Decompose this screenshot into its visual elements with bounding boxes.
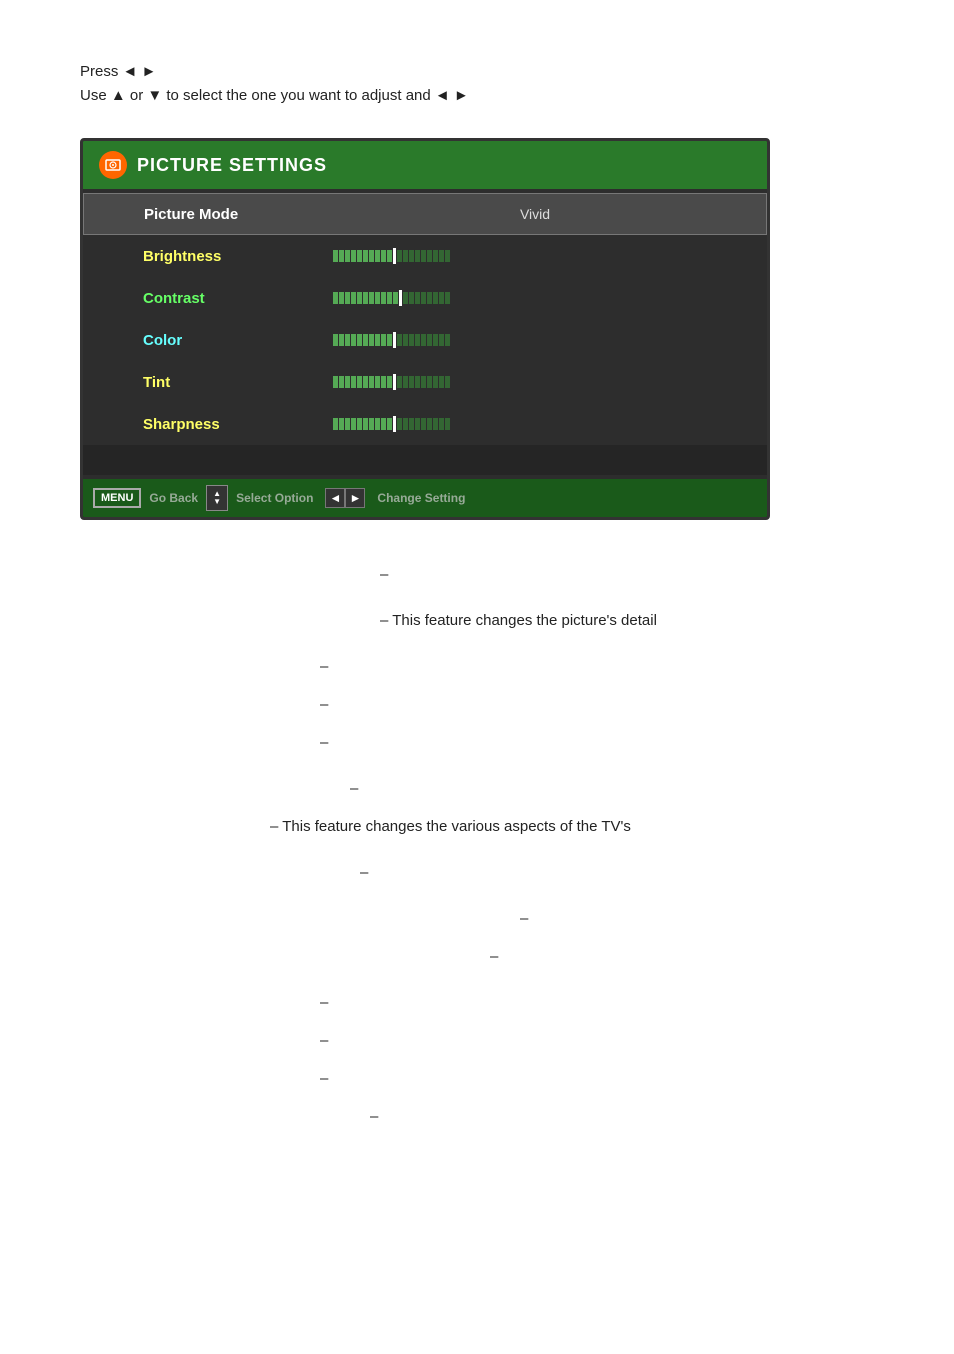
color-tick (393, 332, 396, 348)
dash-9: – (320, 988, 874, 1018)
picture-mode-label: Picture Mode (144, 206, 324, 223)
tint-label: Tint (143, 374, 323, 391)
press-label: Press (80, 63, 118, 80)
tv-icon (99, 151, 127, 179)
picture-mode-value: Vivid (324, 206, 746, 222)
dash-8: – (490, 942, 874, 972)
menu-row-picture-mode: Picture Mode Vivid (83, 193, 767, 235)
tint-desc: – This feature changes the various aspec… (270, 812, 874, 842)
tv-statusbar: MENU Go Back ▲ ▼ Select Option ◄ ► Chang… (83, 479, 767, 517)
dash-1: – (380, 560, 874, 590)
color-right-segs (397, 334, 450, 346)
dash-6: – (360, 858, 874, 888)
contrast-left-segs (333, 292, 398, 304)
sharpness-tick (393, 416, 396, 432)
contrast-track (333, 291, 533, 305)
menu-row-contrast: Contrast (83, 277, 767, 319)
nav-arrows: ◄ ► (325, 488, 365, 508)
brightness-left-segs (333, 250, 392, 262)
brightness-right-segs (397, 250, 450, 262)
sharpness-right-segs (397, 418, 450, 430)
contrast-tick (399, 290, 402, 306)
contrast-label: Contrast (143, 290, 323, 307)
menu-row-color: Color (83, 319, 767, 361)
updown-button[interactable]: ▲ ▼ (206, 485, 228, 511)
right-arrow-2: ► (454, 87, 469, 104)
contrast-right-segs (403, 292, 450, 304)
body-content: – – This feature changes the picture's d… (80, 560, 874, 1132)
dash-3: – (320, 690, 874, 720)
sharpness-desc: – This feature changes the picture's det… (380, 606, 874, 636)
sharpness-label: Sharpness (143, 416, 323, 433)
sharpness-bar (323, 417, 747, 431)
instruction-line1: Press ◄ ► (80, 60, 874, 84)
tint-right-segs (397, 376, 450, 388)
tint-tick (393, 374, 396, 390)
dash-7: – (520, 904, 874, 934)
color-label: Color (143, 332, 323, 349)
tv-content: Picture Mode Vivid Brightness (83, 189, 767, 479)
right-nav-arrow[interactable]: ► (345, 488, 365, 508)
brightness-bar (323, 249, 747, 263)
change-setting-text: Change Setting (377, 491, 465, 505)
left-nav-arrow[interactable]: ◄ (325, 488, 345, 508)
menu-row-tint: Tint (83, 361, 767, 403)
color-track (333, 333, 533, 347)
tv-title: PICTURE SETTINGS (137, 155, 327, 176)
right-arrow-1: ► (142, 63, 157, 80)
contrast-bar (323, 291, 747, 305)
menu-row-sharpness: Sharpness (83, 403, 767, 445)
empty-row (83, 445, 767, 475)
tint-bar (323, 375, 747, 389)
instruction-line2: Use ▲ or ▼ to select the one you want to… (80, 84, 874, 108)
brightness-tick (393, 248, 396, 264)
dash-2: – (320, 652, 874, 682)
menu-button[interactable]: MENU (93, 488, 141, 508)
color-left-segs (333, 334, 392, 346)
left-arrow-1: ◄ (123, 63, 142, 80)
tv-screen: PICTURE SETTINGS Picture Mode Vivid Brig… (80, 138, 770, 520)
dash-5: – (350, 774, 874, 804)
tint-track (333, 375, 533, 389)
tv-header: PICTURE SETTINGS (83, 141, 767, 189)
dash-12: – (370, 1102, 874, 1132)
go-back-text: Go Back (149, 491, 198, 505)
instructions: Press ◄ ► Use ▲ or ▼ to select the one y… (80, 60, 874, 108)
dash-11: – (320, 1064, 874, 1094)
brightness-label: Brightness (143, 248, 323, 265)
dash-4: – (320, 728, 874, 758)
tint-left-segs (333, 376, 392, 388)
dash-10: – (320, 1026, 874, 1056)
sharpness-left-segs (333, 418, 392, 430)
page-container: Press ◄ ► Use ▲ or ▼ to select the one y… (0, 0, 954, 1192)
select-option-text: Select Option (236, 491, 313, 505)
menu-row-brightness: Brightness (83, 235, 767, 277)
brightness-track (333, 249, 533, 263)
sharpness-track (333, 417, 533, 431)
color-bar (323, 333, 747, 347)
